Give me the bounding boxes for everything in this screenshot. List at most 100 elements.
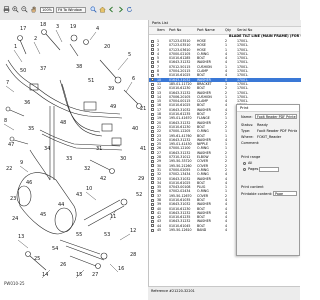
callout-number[interactable]: 45 — [40, 212, 46, 218]
row-checkbox[interactable] — [151, 224, 154, 228]
row-checkbox[interactable] — [151, 86, 154, 90]
callout-number[interactable]: 12 — [130, 228, 136, 234]
callout-number[interactable]: 25 — [34, 256, 40, 262]
row-checkbox[interactable] — [151, 104, 154, 108]
row-checkbox[interactable] — [151, 112, 154, 116]
callout-number[interactable]: 15 — [76, 272, 82, 278]
callout-number[interactable]: 42 — [100, 176, 106, 182]
callout-number[interactable]: 48 — [60, 120, 66, 126]
callout-number[interactable]: 22 — [6, 166, 12, 172]
row-checkbox[interactable] — [151, 211, 154, 215]
row-checkbox[interactable] — [151, 168, 154, 172]
callout-number[interactable]: 27 — [92, 272, 98, 278]
callout-number[interactable]: 2 — [34, 36, 37, 42]
row-checkbox[interactable] — [151, 147, 154, 151]
callout-number[interactable]: 7 — [6, 80, 9, 86]
home-icon[interactable] — [99, 6, 106, 13]
callout-number[interactable]: 4 — [96, 26, 99, 32]
callout-number[interactable]: 5 — [128, 52, 131, 58]
page-range-radio[interactable] — [243, 168, 246, 171]
row-checkbox[interactable] — [151, 129, 154, 133]
callout-number[interactable]: 49 — [110, 104, 116, 110]
back-icon[interactable] — [108, 6, 115, 13]
row-checkbox[interactable] — [151, 99, 154, 103]
callout-number[interactable]: 24 — [12, 216, 18, 222]
callout-number[interactable]: 18 — [40, 22, 46, 28]
row-checkbox[interactable] — [151, 69, 154, 73]
row-checkbox[interactable] — [151, 43, 154, 47]
row-checkbox[interactable] — [151, 65, 154, 69]
row-checkbox[interactable] — [151, 125, 154, 129]
row-checkbox[interactable] — [151, 172, 154, 176]
row-checkbox[interactable] — [151, 56, 154, 60]
row-checkbox[interactable] — [151, 202, 154, 206]
fit-to-window-button[interactable]: Fit To Window — [56, 7, 86, 13]
row-checkbox[interactable] — [151, 91, 154, 95]
row-checkbox[interactable] — [151, 134, 154, 138]
callout-number[interactable]: 34 — [44, 146, 50, 152]
callout-number[interactable]: 31 — [96, 146, 102, 152]
row-checkbox[interactable] — [151, 142, 154, 146]
callout-number[interactable]: 40 — [132, 126, 138, 132]
callout-number[interactable]: 11 — [110, 214, 116, 220]
search-icon[interactable] — [90, 6, 97, 13]
column-header-part-no[interactable]: Part No — [169, 27, 195, 34]
callout-number[interactable]: 14 — [42, 272, 48, 278]
hand-icon[interactable] — [30, 6, 37, 13]
callout-number[interactable]: 10 — [86, 186, 92, 192]
column-header-item[interactable]: Item — [157, 27, 167, 34]
row-checkbox[interactable] — [151, 177, 154, 181]
callout-number[interactable]: 8 — [4, 118, 7, 124]
row-checkbox[interactable] — [151, 48, 154, 52]
callout-number[interactable]: 47 — [8, 142, 14, 148]
callout-number[interactable]: 55 — [76, 232, 82, 238]
row-checkbox[interactable] — [151, 138, 154, 142]
row-checkbox[interactable] — [151, 52, 154, 56]
column-header-check[interactable] — [151, 27, 156, 34]
callout-number[interactable]: 13 — [18, 234, 24, 240]
parts-list-tab[interactable]: Parts List — [149, 20, 301, 27]
exploded-parts-drawing[interactable]: 1 2 3 4 5 6 7 8 9 10 11 12 13 14 15 16 17 18 19 20 21 22 23 24 2… — [0, 20, 148, 286]
row-checkbox[interactable] — [151, 78, 154, 82]
row-checkbox[interactable] — [151, 61, 154, 65]
printable-content-select[interactable]: Page — [273, 191, 297, 196]
callout-number[interactable]: 16 — [118, 266, 124, 272]
column-header-serial[interactable]: Serial No — [237, 27, 263, 34]
callout-number[interactable]: 44 — [58, 202, 64, 208]
callout-number[interactable]: 19 — [70, 24, 76, 30]
callout-number[interactable]: 38 — [76, 64, 82, 70]
callout-number[interactable]: 23 — [10, 196, 16, 202]
print-icon[interactable] — [3, 6, 10, 13]
callout-number[interactable]: 28 — [130, 252, 136, 258]
callout-number[interactable]: 33 — [66, 156, 72, 162]
callout-number[interactable]: 9 — [20, 160, 23, 166]
row-checkbox[interactable] — [151, 181, 154, 185]
row-checkbox[interactable] — [151, 185, 154, 189]
row-checkbox[interactable] — [151, 108, 154, 112]
callout-number[interactable]: 52 — [136, 192, 142, 198]
row-checkbox[interactable] — [151, 194, 154, 198]
callout-number[interactable]: 17 — [20, 26, 26, 32]
callout-number[interactable]: 51 — [88, 78, 94, 84]
row-checkbox[interactable] — [151, 95, 154, 99]
callout-number[interactable]: 54 — [52, 246, 58, 252]
callout-number[interactable]: 3 — [56, 24, 59, 30]
callout-number[interactable]: 6 — [132, 76, 135, 82]
printer-name-select[interactable]: Foxit Reader PDF Printer — [255, 114, 297, 119]
all-pages-radio[interactable] — [243, 162, 246, 165]
callout-number[interactable]: 30 — [120, 156, 126, 162]
callout-number[interactable]: 26 — [60, 262, 66, 268]
callout-number[interactable]: 1 — [14, 44, 17, 50]
callout-number[interactable]: 36 — [24, 100, 30, 106]
callout-number[interactable]: 43 — [76, 192, 82, 198]
row-checkbox[interactable] — [151, 116, 154, 120]
refresh-icon[interactable] — [126, 6, 133, 13]
row-checkbox[interactable] — [151, 82, 154, 86]
row-checkbox[interactable] — [151, 164, 154, 168]
row-checkbox[interactable] — [151, 155, 154, 159]
callout-number[interactable]: 46 — [26, 180, 32, 186]
row-checkbox[interactable] — [151, 198, 154, 202]
row-checkbox[interactable] — [151, 73, 154, 77]
row-checkbox[interactable] — [151, 228, 154, 232]
zoom-in-icon[interactable] — [12, 6, 19, 13]
